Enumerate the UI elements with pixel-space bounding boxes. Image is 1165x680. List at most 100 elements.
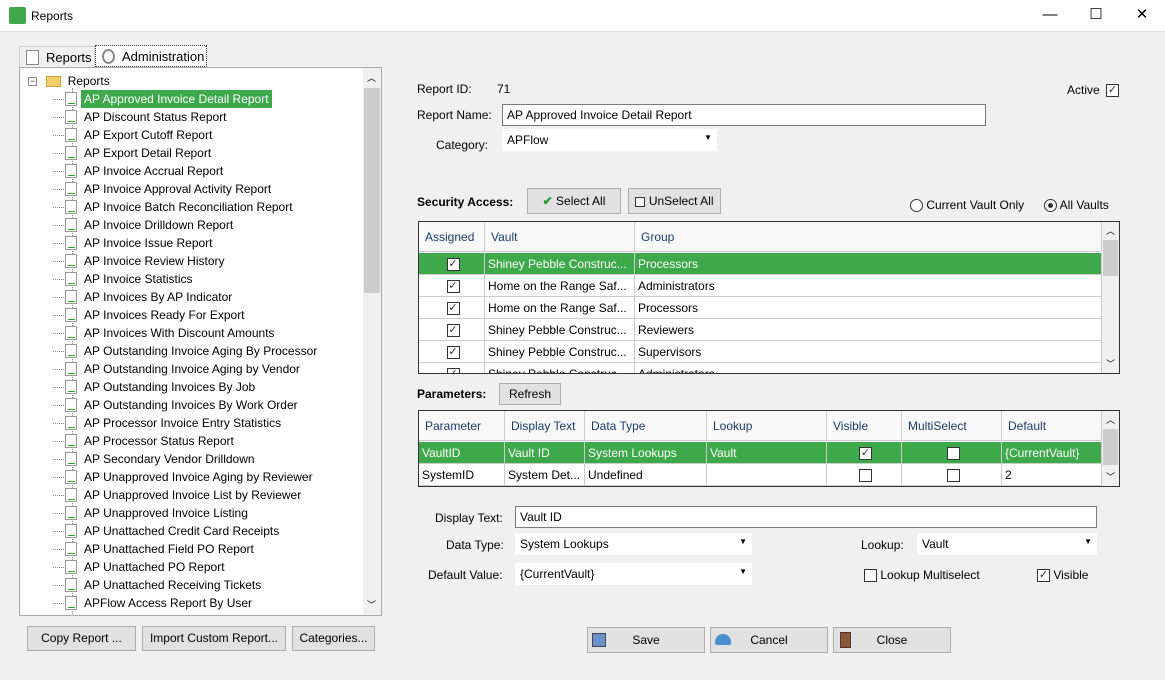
report-icon: [65, 452, 77, 466]
select-all-button[interactable]: ✔ Select All: [527, 188, 621, 214]
collapse-icon[interactable]: −: [28, 77, 37, 87]
multiselect-checkbox[interactable]: [946, 469, 960, 483]
assigned-cell: ✓: [419, 341, 485, 363]
save-button[interactable]: Save: [587, 627, 705, 653]
visible-checkbox[interactable]: ✓ Visible: [1037, 568, 1088, 583]
report-icon: [65, 542, 77, 556]
tab-label: Administration: [122, 49, 205, 64]
tree-item-label: AP Processor Invoice Entry Statistics: [84, 416, 282, 430]
tree-connector: [53, 585, 64, 586]
close-button[interactable]: Close: [833, 627, 951, 653]
scroll-thumb[interactable]: [1103, 429, 1118, 465]
tree-connector: [53, 171, 64, 172]
tree-item-label: AP Unapproved Invoice Listing: [84, 506, 248, 520]
column-header: MultiSelect: [902, 411, 1002, 441]
visible-checkbox[interactable]: ✓: [859, 447, 872, 461]
report-icon: [65, 146, 77, 160]
assigned-cell: ✓: [419, 297, 485, 319]
cancel-label: Cancel: [750, 633, 788, 647]
default-cell: {CurrentVault}: [1002, 442, 1102, 464]
assigned-checkbox[interactable]: ✓: [446, 368, 460, 373]
tree-item-label: AP Unattached Credit Card Receipts: [84, 524, 280, 538]
lookup-select[interactable]: Vault ▼: [917, 533, 1097, 555]
report-icon: [65, 128, 77, 142]
report-icon: [65, 416, 77, 430]
report-icon: [65, 164, 77, 178]
tab-reports[interactable]: Reports: [19, 46, 95, 67]
tree-item-label: AP Discount Status Report: [84, 110, 227, 124]
radio-icon: [910, 199, 923, 213]
assigned-checkbox[interactable]: ✓: [446, 324, 460, 338]
tree-connector: [53, 207, 64, 208]
grid-scrollbar[interactable]: ︿ ﹀: [1102, 411, 1119, 486]
radio-all-vaults[interactable]: All Vaults: [1044, 198, 1109, 213]
assigned-checkbox[interactable]: ✓: [446, 302, 460, 316]
display-text-input[interactable]: Vault ID: [515, 506, 1097, 528]
tree-connector: [53, 405, 64, 406]
column-header: Lookup: [707, 411, 827, 441]
scroll-down-icon[interactable]: ﹀: [367, 598, 376, 611]
copy-report-button[interactable]: Copy Report ...: [27, 626, 136, 651]
visible-checkbox[interactable]: [859, 469, 872, 483]
tree-item-label: AP Invoice Drilldown Report: [84, 218, 234, 232]
category-value: APFlow: [507, 133, 549, 147]
door-icon: [840, 632, 851, 648]
minimize-button[interactable]: —: [1027, 0, 1073, 32]
category-label: Category:: [436, 138, 489, 152]
report-icon: [65, 110, 77, 124]
radio-icon: [1044, 199, 1057, 213]
tree-item-label: AP Outstanding Invoice Aging By Processo…: [84, 344, 318, 358]
vault-cell: Shiney Pebble Construc...: [485, 253, 635, 275]
tree-root[interactable]: − Reports: [28, 72, 110, 90]
maximize-button[interactable]: ☐: [1073, 0, 1119, 32]
close-window-button[interactable]: ✕: [1119, 0, 1165, 32]
report-icon: [65, 398, 77, 412]
parameters-grid[interactable]: Parameter Display Text Data Type Lookup Visi…: [418, 410, 1120, 487]
cancel-button[interactable]: Cancel: [710, 627, 828, 653]
visible-cell: [827, 464, 902, 486]
assigned-cell: ✓: [419, 363, 485, 373]
default-value-select[interactable]: {CurrentVault} ▼: [515, 563, 752, 585]
data-type-select[interactable]: System Lookups ▼: [515, 533, 752, 555]
scroll-thumb[interactable]: [364, 88, 380, 293]
column-header: Vault: [485, 222, 635, 252]
tree-connector: [53, 225, 64, 226]
report-icon: [65, 362, 77, 376]
import-custom-report-button[interactable]: Import Custom Report...: [142, 626, 286, 651]
parameter-cell: SystemID: [419, 464, 505, 486]
scroll-up-icon[interactable]: ︿: [367, 71, 376, 84]
security-access-label: Security Access:: [417, 195, 514, 209]
refresh-button[interactable]: Refresh: [499, 383, 561, 405]
report-icon: [26, 50, 39, 65]
radio-current-vault[interactable]: Current Vault Only: [910, 198, 1024, 213]
tab-administration[interactable]: Administration: [95, 45, 207, 67]
display-text-cell: System Det...: [505, 464, 585, 486]
report-name-input[interactable]: AP Approved Invoice Detail Report: [502, 104, 986, 126]
report-icon: [65, 218, 77, 232]
security-grid[interactable]: Assigned Vault Group ✓ Shiney Pebble Constru…: [418, 221, 1120, 374]
grid-scrollbar[interactable]: ︿ ﹀: [1102, 222, 1119, 373]
report-tree[interactable]: − Reports AP Approved Invoice Detail Rep…: [19, 67, 382, 616]
scroll-down-icon[interactable]: ﹀: [1106, 357, 1115, 370]
lookup-multiselect-checkbox[interactable]: Lookup Multiselect: [864, 568, 980, 583]
scroll-thumb[interactable]: [1103, 240, 1118, 276]
assigned-checkbox[interactable]: ✓: [446, 258, 460, 272]
scroll-up-icon[interactable]: ︿: [1106, 224, 1115, 237]
tree-item-label: AP Unattached Receiving Tickets: [84, 578, 262, 592]
tree-item-label: AP Invoices By AP Indicator: [84, 290, 233, 304]
categories-button[interactable]: Categories...: [292, 626, 375, 651]
assigned-checkbox[interactable]: ✓: [446, 346, 460, 360]
unselect-all-button[interactable]: UnSelect All: [628, 188, 721, 214]
visible-cell: ✓: [827, 442, 902, 464]
multiselect-checkbox[interactable]: [946, 447, 960, 461]
category-select[interactable]: APFlow ▼: [502, 129, 717, 151]
tree-scrollbar[interactable]: ︿ ﹀: [363, 68, 381, 615]
assigned-checkbox[interactable]: ✓: [446, 280, 460, 294]
tree-connector: [53, 441, 64, 442]
active-checkbox[interactable]: ✓: [1106, 84, 1119, 98]
report-id-label: Report ID:: [417, 82, 472, 96]
column-header: Data Type: [585, 411, 707, 441]
scroll-up-icon[interactable]: ︿: [1106, 413, 1115, 426]
vault-cell: Shiney Pebble Construc...: [485, 341, 635, 363]
scroll-down-icon[interactable]: ﹀: [1106, 470, 1115, 483]
